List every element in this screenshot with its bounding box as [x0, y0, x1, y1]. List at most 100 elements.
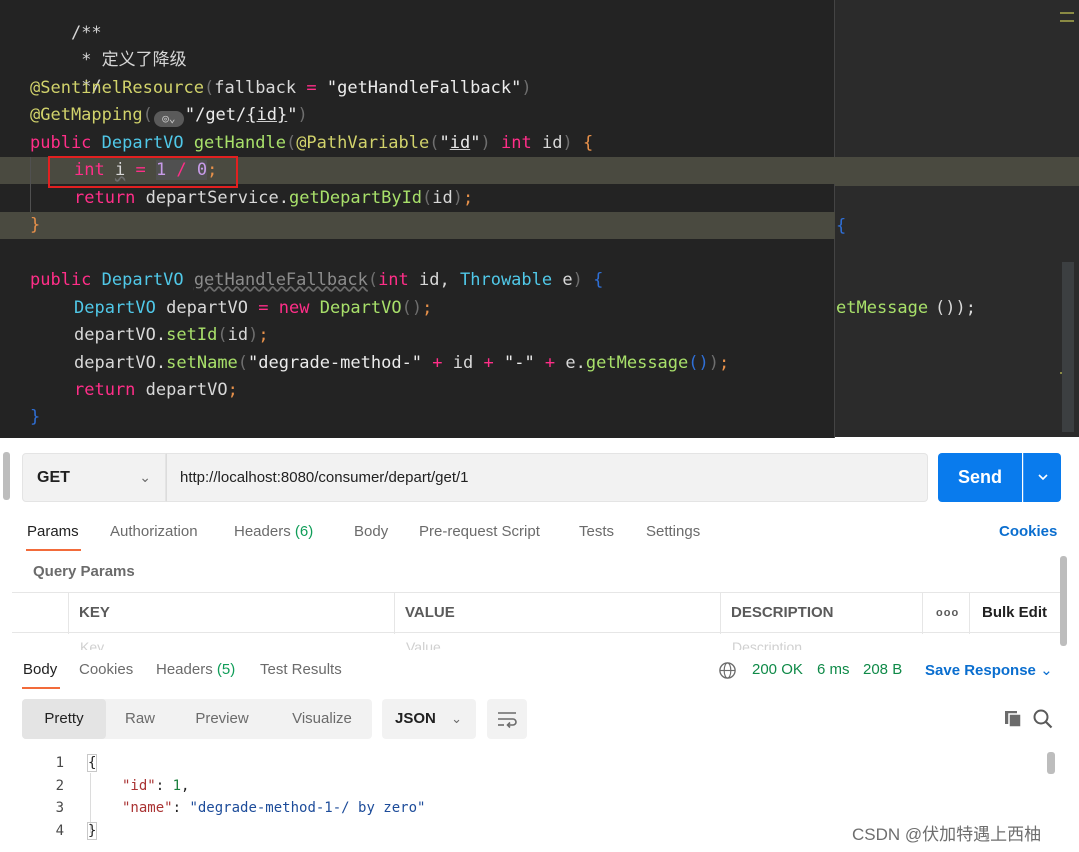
code-editor[interactable]: /** * 定义了降级 */ @SentinelResource(fallbac… [0, 0, 835, 438]
line-number: 2 [55, 778, 64, 794]
code-line: @GetMapping(◎⌄ "/get/{id}") [30, 105, 308, 127]
line-number: 3 [55, 800, 64, 816]
http-method-value: GET [37, 468, 70, 486]
response-body-scrollbar[interactable] [1047, 752, 1055, 774]
annotation-name: @PathVariable [296, 133, 430, 153]
keyword: return [74, 380, 136, 400]
request-panel-scrollbar[interactable] [1060, 556, 1067, 646]
method-name: setName [166, 353, 238, 373]
json-key: "name" [122, 800, 173, 816]
method-name: getHandleFallback [193, 270, 368, 290]
brace: } [30, 407, 41, 427]
response-tab-body[interactable]: Body [23, 661, 57, 678]
view-visualize-button[interactable]: Visualize [280, 699, 364, 739]
globe-icon[interactable] [718, 661, 737, 680]
string-literal: "degrade-method-" [248, 353, 423, 373]
active-tab-indicator [26, 549, 81, 551]
chevron-down-icon: ⌄ [139, 469, 151, 485]
chevron-down-icon: ⌄ [1040, 662, 1053, 679]
variable-name: departVO [74, 353, 156, 373]
string-literal: " [439, 133, 450, 153]
code-line: */ [0, 47, 835, 97]
tab-headers[interactable]: Headers (6) [234, 523, 313, 540]
dot: . [155, 325, 167, 345]
tab-params[interactable]: Params [27, 523, 79, 540]
send-button[interactable]: Send [938, 453, 1022, 502]
line-number: 1 [55, 755, 64, 771]
code-line: /** [0, 0, 835, 43]
code-line: public DepartVO getHandle(@PathVariable(… [30, 133, 594, 153]
response-size[interactable]: 208 B [863, 661, 902, 678]
tab-label: Headers [156, 661, 213, 678]
watermark: CSDN @伏加特遇上西柚 [852, 825, 1042, 844]
annotation-name: @GetMapping [30, 105, 143, 125]
semicolon: ; [227, 380, 238, 400]
copy-icon[interactable] [1003, 709, 1023, 729]
background-editor-scrollbar[interactable] [1062, 262, 1074, 432]
search-icon[interactable] [1032, 708, 1054, 730]
wrap-lines-button[interactable] [487, 699, 527, 739]
scrollbar-marker [1060, 12, 1074, 14]
parameter-name: e [565, 353, 576, 373]
response-time[interactable]: 6 ms [817, 661, 850, 678]
keyword: public [30, 270, 92, 290]
active-tab-indicator [22, 687, 60, 689]
background-code-fragment: ()); [935, 298, 976, 318]
description-input-placeholder[interactable]: Description [732, 639, 802, 650]
parameter-name: id [419, 270, 440, 290]
json-key: "id" [122, 778, 156, 794]
table-header-row: KEY VALUE DESCRIPTION ooo Bulk Edit [12, 592, 1060, 634]
tab-tests[interactable]: Tests [579, 523, 614, 540]
variable-name: departVO [145, 380, 228, 400]
code-line-highlighted: } [0, 212, 835, 239]
key-input-placeholder[interactable]: Key [80, 639, 104, 650]
column-header-key: KEY [68, 593, 395, 634]
constructor-name: DepartVO [319, 298, 402, 318]
bulk-edit-button[interactable]: Bulk Edit [969, 593, 1060, 634]
line-number: 4 [55, 823, 64, 839]
semicolon: ; [422, 298, 433, 318]
type-name: DepartVO [74, 298, 156, 318]
annotation-param: fallback [214, 78, 297, 98]
json-comma: , [181, 778, 190, 794]
send-options-button[interactable] [1023, 453, 1061, 502]
view-raw-button[interactable]: Raw [114, 699, 166, 739]
response-tab-test-results[interactable]: Test Results [260, 661, 342, 678]
code-line: departVO.setId(id); [74, 325, 269, 345]
http-method-select[interactable]: GET ⌄ [22, 453, 166, 502]
tab-authorization[interactable]: Authorization [110, 523, 198, 540]
tab-settings[interactable]: Settings [646, 523, 700, 540]
operator: + [473, 353, 504, 373]
web-endpoint-icon[interactable]: ◎⌄ [153, 111, 184, 127]
column-header-description: DESCRIPTION [720, 593, 922, 634]
more-options-icon[interactable]: ooo [922, 593, 970, 634]
response-tab-cookies[interactable]: Cookies [79, 661, 133, 678]
variable-name: departVO [166, 298, 249, 318]
view-preview-button[interactable]: Preview [184, 699, 260, 739]
dot: . [575, 353, 586, 373]
json-line: "id": 1, [122, 778, 189, 794]
status-code[interactable]: 200 OK [752, 661, 803, 678]
tab-pre-request-script[interactable]: Pre-request Script [419, 523, 540, 540]
indent-guide [30, 157, 31, 212]
parameter-name: id [452, 353, 474, 373]
wrap-lines-icon [498, 712, 517, 729]
url-input[interactable]: http://localhost:8080/consumer/depart/ge… [166, 453, 928, 502]
format-select[interactable]: JSON ⌄ [382, 699, 476, 739]
keyword: int [500, 133, 532, 153]
query-params-title: Query Params [33, 563, 135, 580]
value-input-placeholder[interactable]: Value [406, 639, 441, 650]
cookies-link[interactable]: Cookies [999, 523, 1057, 540]
left-scrollbar[interactable] [3, 452, 10, 500]
save-response-button[interactable]: Save Response ⌄ [925, 661, 1053, 679]
response-tab-headers[interactable]: Headers (5) [156, 661, 235, 678]
parameter-name: e [562, 270, 573, 290]
parameter-name: id [227, 325, 249, 345]
type-name: DepartVO [101, 133, 184, 153]
json-number-value: 1 [172, 778, 182, 794]
tab-label: Headers [234, 523, 291, 540]
view-pretty-button[interactable]: Pretty [22, 699, 106, 739]
view-mode-group: Pretty Raw Preview Visualize [22, 699, 372, 739]
tab-body[interactable]: Body [354, 523, 388, 540]
code-line: } [0, 404, 835, 431]
